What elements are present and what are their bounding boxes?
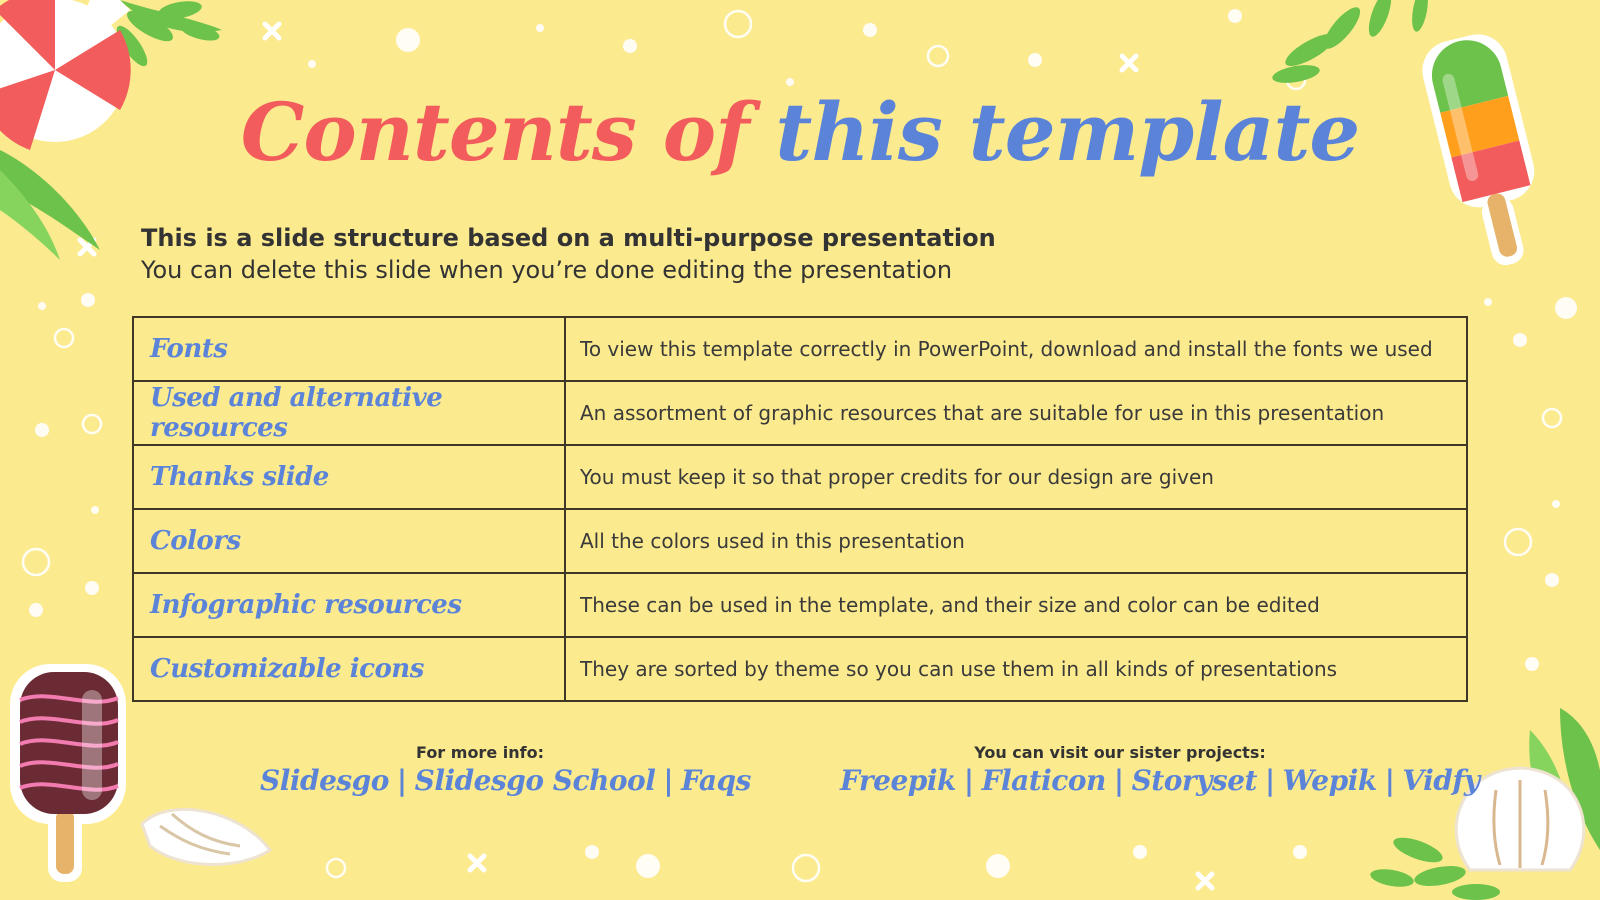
- link-separator: |: [1264, 764, 1275, 797]
- link-vidfy[interactable]: Vidfy: [1402, 764, 1480, 797]
- row-name: Thanks slide: [132, 444, 566, 510]
- row-description: All the colors used in this presentation: [564, 508, 1468, 574]
- link-storyset[interactable]: Storyset: [1132, 764, 1258, 797]
- ice-cream-icon: [10, 664, 126, 882]
- row-description: They are sorted by theme so you can use …: [564, 636, 1468, 702]
- link-faqs[interactable]: Faqs: [681, 764, 751, 797]
- link-separator: |: [1113, 764, 1124, 797]
- link-separator: |: [963, 764, 974, 797]
- more-info: For more info: Slidesgo | Slidesgo School |…: [260, 743, 751, 799]
- palm-leaf-icon: [1272, 0, 1428, 83]
- title-part-1: Contents of: [240, 85, 750, 179]
- subtitle-line-1: This is a slide structure based on a mul…: [141, 224, 996, 252]
- table-row: Thanks slide You must keep it so that pr…: [132, 444, 1468, 510]
- row-name: Customizable icons: [132, 636, 566, 702]
- table-row: Colors All the colors used in this prese…: [132, 508, 1468, 574]
- more-info-links: Slidesgo | Slidesgo School | Faqs: [260, 763, 751, 799]
- sister-projects: You can visit our sister projects: Freep…: [840, 743, 1480, 799]
- row-description: You must keep it so that proper credits …: [564, 444, 1468, 510]
- slide-title: Contents of this template: [0, 92, 1600, 172]
- row-description: These can be used in the template, and t…: [564, 572, 1468, 638]
- contents-table: Fonts To view this template correctly in…: [132, 316, 1468, 702]
- row-description: An assortment of graphic resources that …: [564, 380, 1468, 446]
- row-description: To view this template correctly in Power…: [564, 316, 1468, 382]
- link-separator: |: [396, 764, 407, 797]
- sister-projects-label: You can visit our sister projects:: [974, 743, 1266, 762]
- row-name: Fonts: [132, 316, 566, 382]
- link-freepik[interactable]: Freepik: [840, 764, 956, 797]
- row-name: Infographic resources: [132, 572, 566, 638]
- table-row: Fonts To view this template correctly in…: [132, 316, 1468, 382]
- subtitle-line-2: You can delete this slide when you’re do…: [141, 256, 953, 284]
- link-separator: |: [1384, 764, 1395, 797]
- row-name: Colors: [132, 508, 566, 574]
- table-row: Used and alternative resources An assort…: [132, 380, 1468, 446]
- link-slidesgo-school[interactable]: Slidesgo School: [415, 764, 656, 797]
- subtitle: This is a slide structure based on a mul…: [141, 222, 1341, 286]
- more-info-label: For more info:: [416, 743, 544, 762]
- link-flaticon[interactable]: Flaticon: [982, 764, 1107, 797]
- link-slidesgo[interactable]: Slidesgo: [260, 764, 389, 797]
- table-row: Infographic resources These can be used …: [132, 572, 1468, 638]
- table-row: Customizable icons They are sorted by th…: [132, 636, 1468, 702]
- seashell-icon: [140, 807, 273, 866]
- row-name: Used and alternative resources: [132, 380, 566, 446]
- link-separator: |: [663, 764, 674, 797]
- title-part-2: this template: [775, 85, 1360, 179]
- slide: Contents of this template This is a slid…: [0, 0, 1600, 900]
- sister-projects-links: Freepik | Flaticon | Storyset | Wepik | Vidfy: [840, 763, 1480, 799]
- link-wepik[interactable]: Wepik: [1283, 764, 1378, 797]
